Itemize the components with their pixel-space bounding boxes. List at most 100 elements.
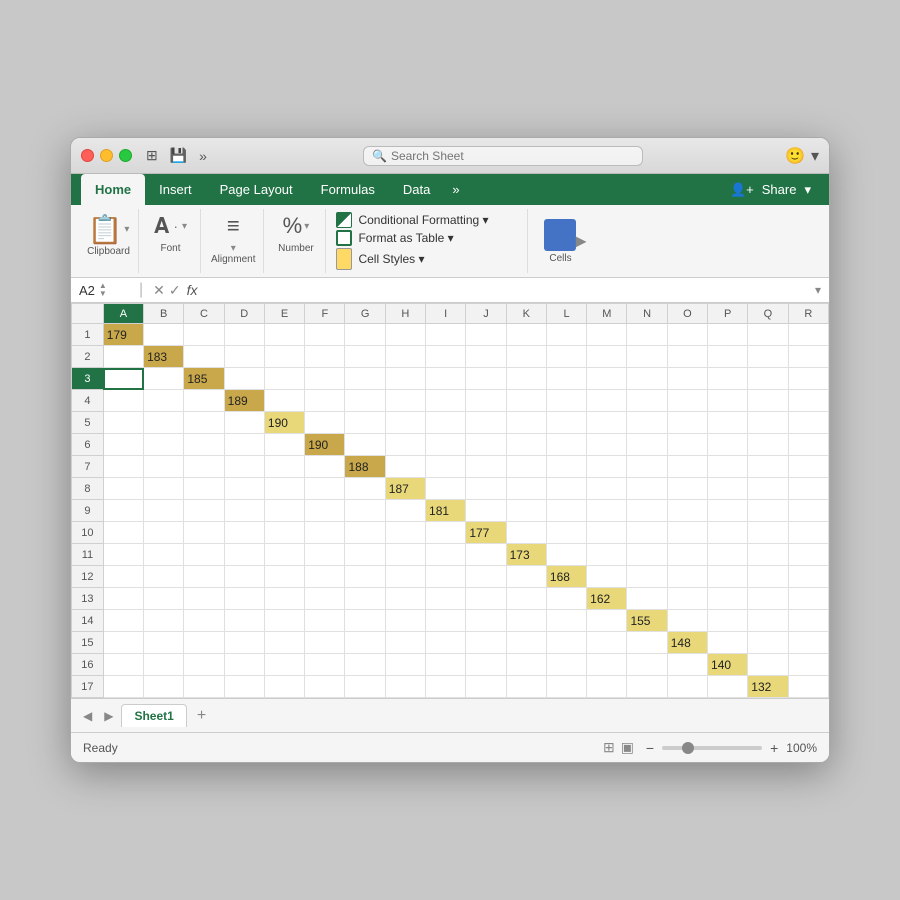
table-row[interactable] <box>667 324 707 346</box>
table-row[interactable] <box>587 654 627 676</box>
table-row[interactable] <box>546 390 586 412</box>
table-row[interactable] <box>708 412 748 434</box>
table-row[interactable] <box>506 632 546 654</box>
table-row[interactable] <box>587 544 627 566</box>
cancel-formula-icon[interactable]: ✕ <box>153 282 165 299</box>
table-row[interactable] <box>466 456 506 478</box>
table-row[interactable] <box>788 412 828 434</box>
table-row[interactable] <box>224 434 264 456</box>
row-header-6[interactable]: 6 <box>72 434 104 456</box>
table-row[interactable] <box>345 522 385 544</box>
cells-expand-icon[interactable]: ▶ <box>576 233 587 250</box>
table-row[interactable] <box>224 610 264 632</box>
table-row[interactable] <box>264 324 304 346</box>
table-row[interactable] <box>305 346 345 368</box>
table-row[interactable] <box>506 368 546 390</box>
table-row[interactable] <box>385 632 425 654</box>
table-row[interactable] <box>546 610 586 632</box>
table-row[interactable] <box>708 522 748 544</box>
table-row[interactable] <box>305 544 345 566</box>
table-row[interactable] <box>184 500 224 522</box>
table-row[interactable] <box>345 566 385 588</box>
minimize-button[interactable] <box>100 149 113 162</box>
table-row[interactable] <box>506 456 546 478</box>
table-row[interactable] <box>184 390 224 412</box>
table-row[interactable] <box>345 412 385 434</box>
table-row[interactable] <box>587 434 627 456</box>
table-row[interactable]: 187 <box>385 478 425 500</box>
col-header-C[interactable]: C <box>184 304 224 324</box>
table-row[interactable] <box>264 500 304 522</box>
table-row[interactable] <box>748 390 788 412</box>
table-row[interactable] <box>224 676 264 698</box>
table-row[interactable] <box>506 610 546 632</box>
table-row[interactable] <box>103 390 143 412</box>
table-row[interactable] <box>506 500 546 522</box>
table-row[interactable] <box>708 456 748 478</box>
table-row[interactable] <box>385 368 425 390</box>
col-header-P[interactable]: P <box>708 304 748 324</box>
col-header-N[interactable]: N <box>627 304 667 324</box>
table-row[interactable] <box>627 412 667 434</box>
table-row[interactable] <box>506 588 546 610</box>
table-row[interactable] <box>385 544 425 566</box>
table-row[interactable] <box>627 478 667 500</box>
table-row[interactable] <box>708 324 748 346</box>
table-row[interactable] <box>385 654 425 676</box>
table-row[interactable] <box>103 456 143 478</box>
table-row[interactable] <box>305 500 345 522</box>
table-row[interactable] <box>587 324 627 346</box>
table-row[interactable] <box>144 588 184 610</box>
table-row[interactable] <box>144 324 184 346</box>
table-row[interactable] <box>426 412 466 434</box>
table-row[interactable] <box>788 522 828 544</box>
table-row[interactable] <box>103 610 143 632</box>
table-row[interactable] <box>708 478 748 500</box>
table-row[interactable] <box>506 478 546 500</box>
row-header-7[interactable]: 7 <box>72 456 104 478</box>
table-row[interactable] <box>627 456 667 478</box>
table-row[interactable] <box>748 500 788 522</box>
table-row[interactable] <box>788 478 828 500</box>
table-row[interactable] <box>546 412 586 434</box>
table-row[interactable]: 190 <box>305 434 345 456</box>
table-row[interactable] <box>708 566 748 588</box>
table-row[interactable]: 173 <box>506 544 546 566</box>
table-row[interactable] <box>144 632 184 654</box>
table-row[interactable] <box>788 368 828 390</box>
table-row[interactable] <box>184 566 224 588</box>
share-button[interactable]: 👤+ Share ▾ <box>722 174 819 205</box>
table-row[interactable] <box>667 566 707 588</box>
table-row[interactable] <box>627 566 667 588</box>
tab-insert[interactable]: Insert <box>145 174 206 205</box>
table-row[interactable] <box>224 632 264 654</box>
col-header-I[interactable]: I <box>426 304 466 324</box>
table-row[interactable] <box>144 478 184 500</box>
table-row[interactable] <box>708 676 748 698</box>
table-row[interactable] <box>708 346 748 368</box>
alignment-dropdown[interactable]: ▾ <box>231 243 236 254</box>
table-row[interactable] <box>144 544 184 566</box>
table-row[interactable] <box>587 456 627 478</box>
table-row[interactable] <box>466 632 506 654</box>
table-row[interactable] <box>506 434 546 456</box>
table-row[interactable] <box>144 390 184 412</box>
table-row[interactable] <box>103 566 143 588</box>
table-row[interactable] <box>506 324 546 346</box>
table-row[interactable] <box>224 588 264 610</box>
table-row[interactable] <box>144 500 184 522</box>
col-header-O[interactable]: O <box>667 304 707 324</box>
table-row[interactable] <box>546 346 586 368</box>
table-row[interactable]: 177 <box>466 522 506 544</box>
table-row[interactable] <box>667 368 707 390</box>
table-row[interactable] <box>426 456 466 478</box>
table-row[interactable] <box>144 610 184 632</box>
clipboard-button[interactable]: 📋 <box>88 213 123 246</box>
row-header-16[interactable]: 16 <box>72 654 104 676</box>
table-row[interactable] <box>627 588 667 610</box>
table-row[interactable] <box>546 324 586 346</box>
table-row[interactable] <box>788 324 828 346</box>
table-row[interactable] <box>587 390 627 412</box>
table-row[interactable]: 168 <box>546 566 586 588</box>
table-row[interactable] <box>345 632 385 654</box>
